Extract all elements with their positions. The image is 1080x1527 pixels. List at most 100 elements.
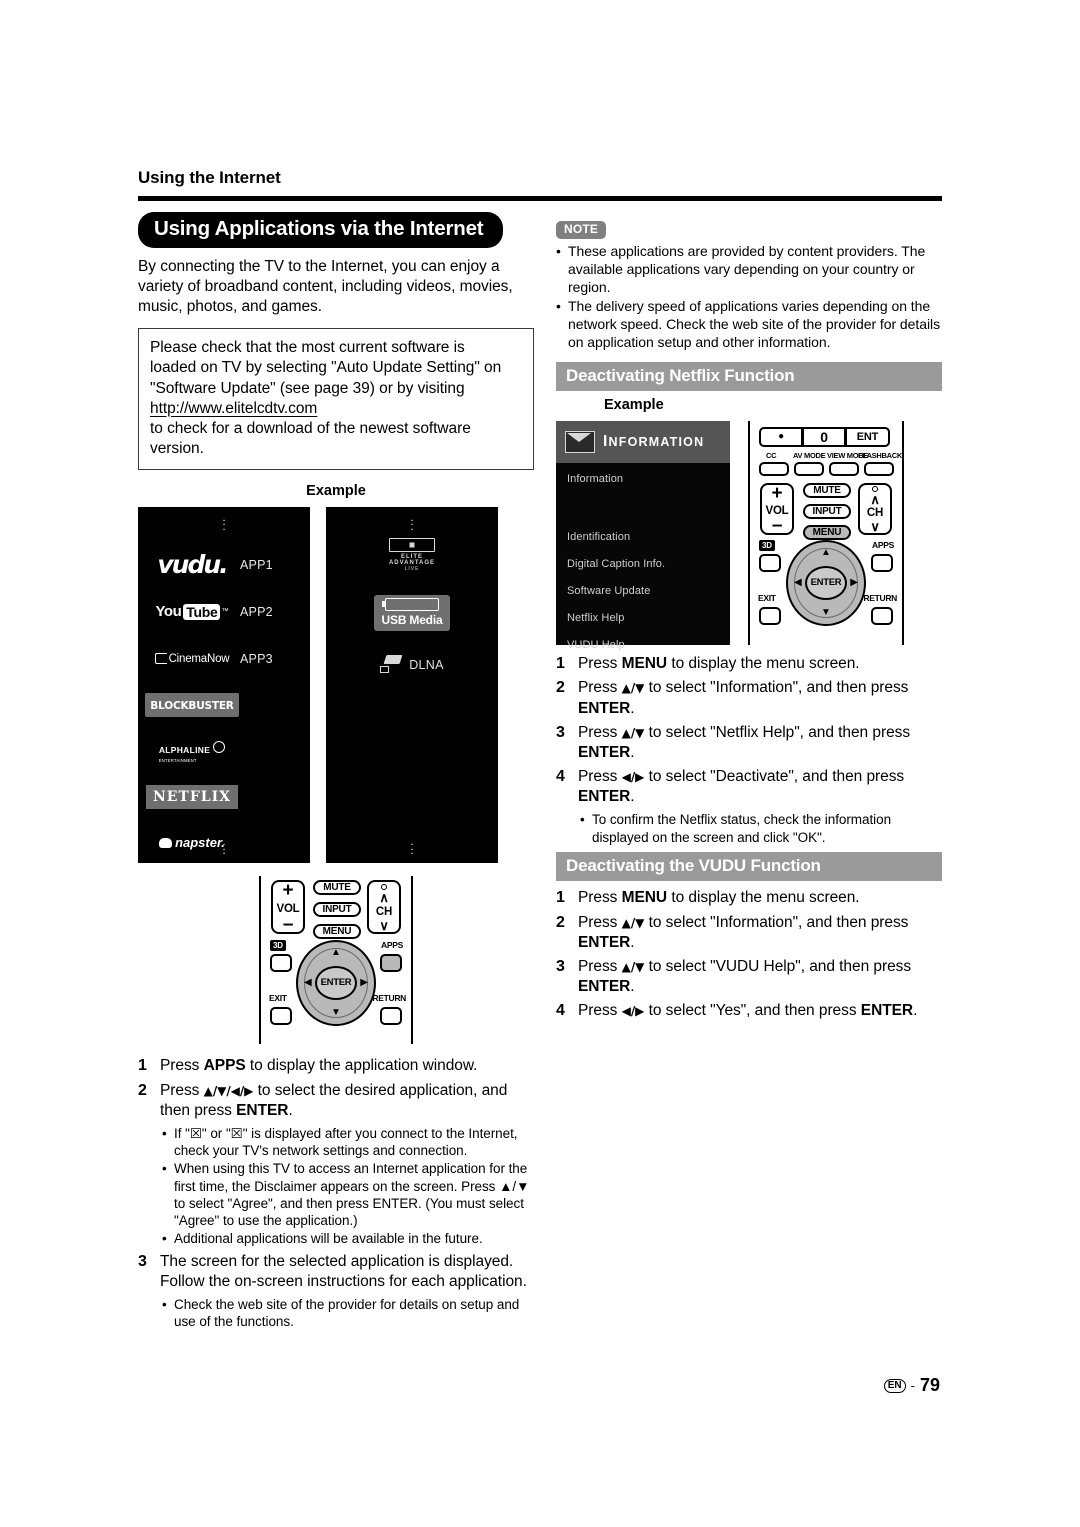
- support-url[interactable]: http://www.elitelcdtv.com: [150, 399, 522, 419]
- return-button-right[interactable]: [871, 606, 893, 625]
- arrow-right-icon-right[interactable]: ▶: [850, 577, 858, 588]
- arrow-left-icon[interactable]: ◀: [304, 977, 312, 988]
- exit-button-right[interactable]: [759, 606, 781, 625]
- application-window-examples: ... vudu. APP1 You Tube ™ APP2 CinemaNow…: [138, 506, 534, 863]
- arrow-up-icon-right[interactable]: ▲: [821, 547, 831, 558]
- section-bar-vudu: Deactivating the VUDU Function: [556, 851, 942, 881]
- netflix-step-2: 2 Press ▲/▼ to select "Information", and…: [556, 679, 909, 717]
- dpad-arrows-glyph: ▲/▼/◀/▶: [203, 1083, 254, 1098]
- app-item-dlna[interactable]: DLNA: [326, 647, 498, 683]
- app-item-elite-advantage-live[interactable]: ELITE ADVANTAGE LIVE: [326, 537, 498, 573]
- scroll-dots-bottom-icon: ...: [222, 836, 226, 858]
- scroll-dots-top-icon-2: ...: [410, 511, 414, 533]
- zero-button[interactable]: 0: [802, 426, 846, 447]
- updown-arrows-glyph-2: ▲/▼: [621, 725, 645, 740]
- 3d-button-left[interactable]: [270, 953, 292, 972]
- envelope-icon: [565, 430, 595, 453]
- cinemanow-mark-icon: [154, 653, 167, 665]
- osd-item-digital-caption-info[interactable]: Digital Caption Info.: [556, 558, 730, 570]
- app-panel-primary: ... vudu. APP1 You Tube ™ APP2 CinemaNow…: [138, 506, 310, 863]
- av-mode-label: AV MODE: [793, 450, 826, 460]
- apps-button-right[interactable]: [871, 553, 893, 572]
- apps-button-left[interactable]: [380, 953, 402, 972]
- step-3-text: The screen for the selected application …: [160, 1252, 527, 1290]
- app-item-youtube[interactable]: You Tube ™ APP2: [138, 594, 310, 630]
- notice-line-1: Please check that the most current softw…: [150, 339, 465, 357]
- right-column: NOTE • These applications are provided by…: [556, 220, 942, 1026]
- arrow-left-icon-right[interactable]: ◀: [794, 577, 802, 588]
- step-2-bullets: • If "☒" or "☒" is displayed after you co…: [162, 1125, 534, 1248]
- manual-page: Using the Internet Using Applications vi…: [0, 0, 1080, 1527]
- arrow-right-icon[interactable]: ▶: [360, 977, 368, 988]
- arrow-up-icon[interactable]: ▲: [331, 947, 341, 958]
- av-mode-button[interactable]: [794, 461, 824, 476]
- osd-item-identification[interactable]: Identification: [556, 531, 730, 543]
- app-item-netflix[interactable]: NETFLIX: [138, 779, 310, 815]
- flashback-button[interactable]: [864, 461, 894, 476]
- example-caption-right: Example: [604, 396, 664, 413]
- step-2: 2 Press ▲/▼/◀/▶ to select the desired ap…: [138, 1081, 534, 1121]
- mute-button-left[interactable]: MUTE: [313, 879, 361, 895]
- elite-bar-icon: [389, 537, 435, 552]
- app-item-usb-media[interactable]: USB Media: [326, 592, 498, 634]
- return-label-right: RETURN: [863, 592, 897, 603]
- app-tag-1: APP1: [240, 557, 273, 572]
- page-footer: EN - 79: [883, 1375, 940, 1396]
- ch-button-right[interactable]: ∧ CH ∨: [858, 482, 892, 535]
- remote-control-diagram-left: + VOL – MUTE INPUT MENU ∧ CH ∨ 3D APPS E…: [259, 875, 413, 1044]
- osd-header: INFORMATION: [556, 420, 730, 463]
- 3d-button-right[interactable]: [759, 553, 781, 572]
- alphaline-logo: ALPHALINE ENTERTAINMENT: [144, 740, 240, 763]
- cc-button[interactable]: [759, 461, 789, 476]
- ent-button[interactable]: ENT: [845, 426, 890, 447]
- app-item-vudu[interactable]: vudu. APP1: [138, 547, 310, 583]
- notice-line-3: "Software Update" (see page 39) or by vi…: [150, 379, 465, 397]
- netflix-step-1: 1 Press MENU to display the menu screen.: [556, 654, 860, 672]
- left-column: Using Applications via the Internet By c…: [138, 212, 534, 1335]
- napster-logo: napster.: [144, 835, 240, 850]
- exit-label: EXIT: [269, 992, 287, 1003]
- intro-paragraph: By connecting the TV to the Internet, yo…: [138, 258, 513, 316]
- arrow-down-icon-right[interactable]: ▼: [821, 607, 831, 618]
- vol-button-right[interactable]: + VOL –: [760, 482, 794, 535]
- list-item: • If "☒" or "☒" is displayed after you co…: [162, 1125, 518, 1159]
- netflix-logo: NETFLIX: [144, 784, 240, 809]
- osd-item-vudu-help[interactable]: VUDU Help: [556, 639, 730, 651]
- dpad-left[interactable]: ▲ ▼ ◀ ▶ ENTER: [296, 939, 376, 1026]
- blockbuster-logo: BLOCKBUSTER: [144, 692, 240, 717]
- input-button-right[interactable]: INPUT: [803, 503, 851, 519]
- notice-line-4: to check for a download of the newest so…: [150, 419, 471, 457]
- step-1: 1 Press APPS to display the application …: [138, 1056, 534, 1077]
- vol-button-left[interactable]: + VOL –: [271, 879, 305, 934]
- return-button-left[interactable]: [380, 1006, 402, 1025]
- app-item-cinemanow[interactable]: CinemaNow APP3: [138, 641, 310, 677]
- enter-button-left[interactable]: ENTER: [315, 965, 357, 1000]
- scroll-dots-bottom-icon-2: ...: [410, 836, 414, 858]
- ch-dot-icon: [381, 883, 387, 890]
- osd-item-information[interactable]: Information: [556, 473, 730, 485]
- youtube-logo: You Tube ™: [155, 603, 229, 621]
- leftright-arrows-glyph-2: ◀/▶: [621, 1004, 645, 1019]
- cc-label: CC: [766, 450, 777, 460]
- view-mode-button[interactable]: [829, 461, 859, 476]
- osd-item-software-update[interactable]: Software Update: [556, 585, 730, 597]
- osd-item-netflix-help[interactable]: Netflix Help: [556, 612, 730, 624]
- menu-button-right[interactable]: MENU: [803, 524, 851, 540]
- osd-and-remote-row: INFORMATION Information Identification D…: [556, 420, 942, 651]
- exit-button-left[interactable]: [270, 1006, 292, 1025]
- netflix-step-3: 3 Press ▲/▼ to select "Netflix Help", an…: [556, 723, 911, 761]
- alphaline-mark-icon: [213, 741, 226, 754]
- step-3: 3 The screen for the selected applicatio…: [138, 1252, 534, 1292]
- input-button-left[interactable]: INPUT: [313, 901, 361, 917]
- menu-button-left[interactable]: MENU: [313, 923, 361, 939]
- vudu-logo: vudu.: [157, 550, 228, 580]
- arrow-down-icon[interactable]: ▼: [331, 1007, 341, 1018]
- app-item-blockbuster[interactable]: BLOCKBUSTER: [138, 687, 310, 723]
- enter-button-right[interactable]: ENTER: [805, 565, 847, 600]
- dot-button[interactable]: ●: [759, 426, 803, 447]
- ch-button-left[interactable]: ∧ CH ∨: [367, 879, 401, 934]
- information-menu-screen: INFORMATION Information Identification D…: [556, 420, 730, 651]
- dpad-right[interactable]: ▲ ▼ ◀ ▶ ENTER: [786, 539, 866, 626]
- app-item-alphaline[interactable]: ALPHALINE ENTERTAINMENT: [138, 734, 310, 770]
- mute-button-right[interactable]: MUTE: [803, 482, 851, 498]
